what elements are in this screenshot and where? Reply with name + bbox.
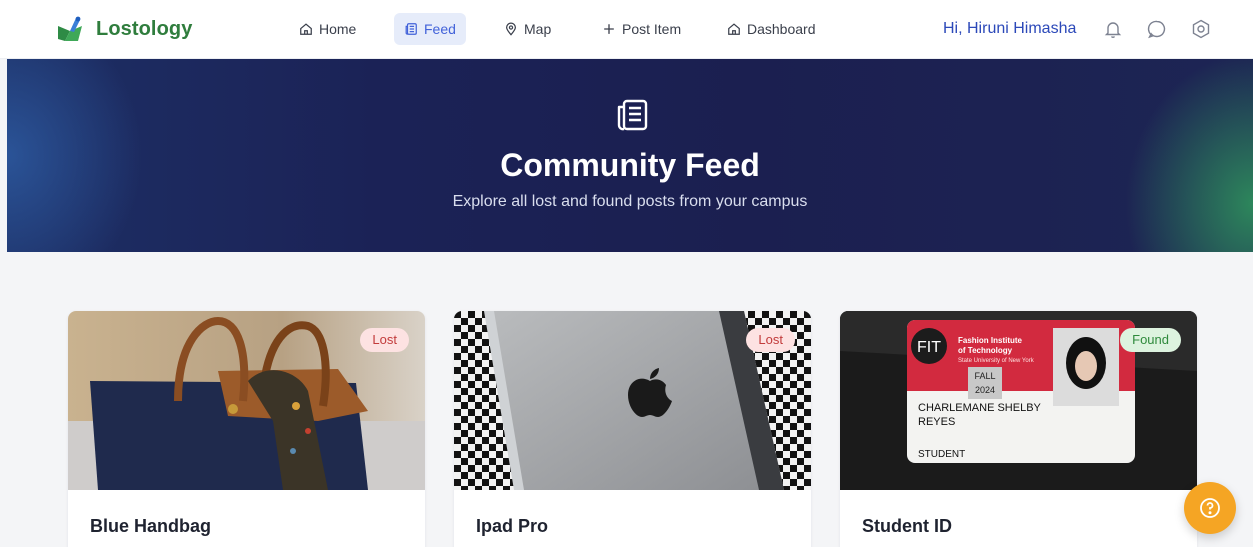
nav-feed[interactable]: Feed [394, 13, 466, 45]
nav-map[interactable]: Map [494, 13, 561, 45]
post-card[interactable]: FIT Fashion Institute of Technology Stat… [840, 311, 1197, 547]
home-icon [300, 23, 312, 35]
nav-home[interactable]: Home [289, 13, 366, 45]
logo-icon [58, 16, 82, 41]
bell-icon[interactable] [1102, 18, 1124, 40]
nav-post-item-label: Post Item [622, 21, 682, 37]
page-title: Community Feed [500, 147, 760, 183]
item-title: Ipad Pro [476, 516, 549, 536]
nav-dashboard-label: Dashboard [747, 21, 816, 37]
nav-dashboard[interactable]: Dashboard [717, 13, 826, 45]
status-badge: Lost [746, 328, 795, 352]
id-card-role: STUDENT [918, 449, 965, 460]
map-pin-icon [506, 22, 516, 36]
status-badge: Lost [360, 328, 409, 352]
id-card-initials: FIT [917, 339, 941, 356]
item-title: Student ID [862, 516, 952, 536]
chat-icon[interactable] [1146, 18, 1168, 40]
id-card-name-line1: CHARLEMANE SHELBY [918, 402, 1042, 414]
id-card-org-line1: Fashion Institute [958, 336, 1023, 345]
post-card[interactable]: Lost Ipad Pro [454, 311, 811, 547]
id-card-org-line3: State University of New York [958, 358, 1035, 364]
status-badge: Found [1120, 328, 1181, 352]
nav-home-label: Home [319, 21, 357, 37]
brand-logo[interactable]: Lostology [56, 14, 192, 44]
plus-icon [604, 24, 614, 34]
id-card-year: 2024 [975, 385, 995, 395]
id-card-name-line2: REYES [918, 416, 955, 428]
newspaper-icon [405, 23, 417, 35]
nav-post-item[interactable]: Post Item [592, 13, 691, 45]
page-subtitle: Explore all lost and found posts from yo… [452, 193, 808, 210]
nav-feed-label: Feed [424, 21, 456, 37]
help-circle-icon [1200, 498, 1220, 518]
top-navbar: Lostology Home Feed Map Post Item Dashbo… [0, 0, 1253, 59]
settings-icon[interactable] [1190, 18, 1212, 40]
id-card-org-line2: of Technology [958, 346, 1013, 355]
brand-name: Lostology [96, 17, 193, 40]
home-icon [728, 23, 740, 35]
help-button[interactable] [1184, 482, 1236, 534]
post-card[interactable]: Lost Blue Handbag [68, 311, 425, 547]
newspaper-icon [617, 99, 648, 131]
hero-banner: Community Feed Explore all lost and foun… [7, 59, 1253, 252]
nav-map-label: Map [524, 21, 552, 37]
item-title: Blue Handbag [90, 516, 212, 536]
user-greeting[interactable]: Hi, Hiruni Himasha [943, 20, 1076, 38]
id-card-term: FALL [974, 371, 995, 381]
